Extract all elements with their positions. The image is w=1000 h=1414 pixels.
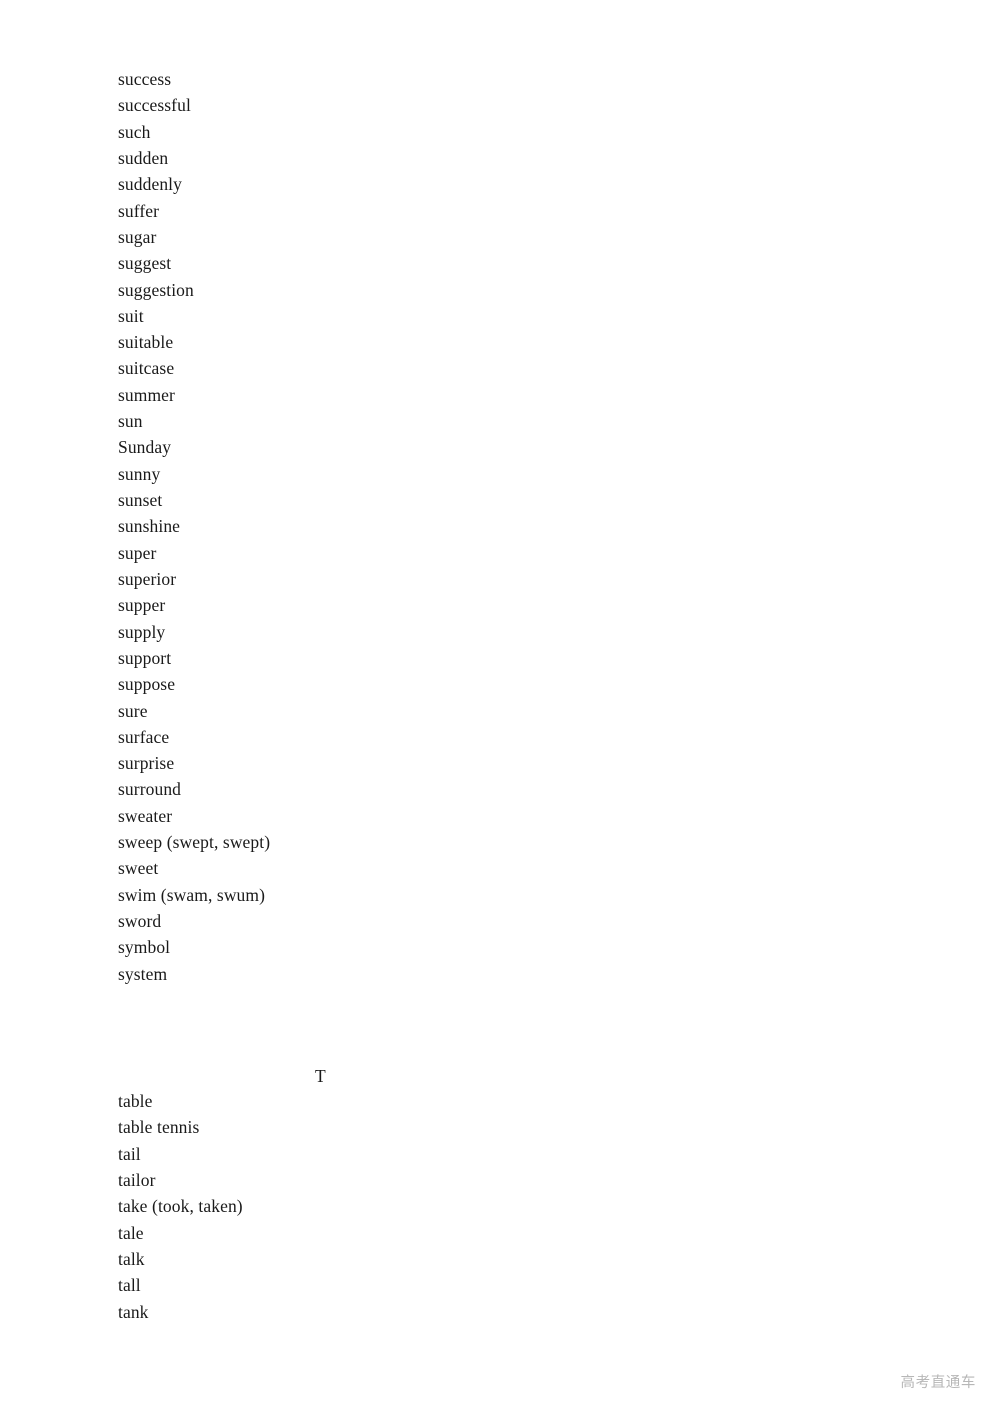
section-heading-t: T: [315, 1066, 326, 1086]
word-entry: tale: [118, 1222, 144, 1243]
word-entry: tail: [118, 1143, 141, 1164]
word-entry: take (took, taken): [118, 1196, 243, 1217]
word-entry: sunset: [118, 490, 163, 510]
word-list-section-s: success successful such sudden suddenly suffe…: [118, 66, 678, 987]
word-entry: sudden: [118, 147, 169, 168]
word-entry: suitable: [118, 332, 174, 353]
word-entry: supply: [118, 621, 166, 642]
word-entry: tank: [118, 1301, 149, 1322]
word-entry: summer: [118, 384, 175, 405]
word-entry: support: [118, 647, 172, 668]
word-entry: system: [118, 963, 168, 984]
word-entry: suit: [118, 305, 144, 326]
word-entry: sweater: [118, 805, 173, 826]
word-entry: superior: [118, 568, 177, 589]
word-entry: surround: [118, 779, 182, 800]
word-entry: swim (swam, swum): [118, 884, 266, 905]
word-entry: supper: [118, 595, 166, 616]
word-entry: such: [118, 121, 151, 142]
word-entry: tailor: [118, 1169, 156, 1190]
word-entry: sweep (swept, swept): [118, 832, 271, 853]
word-entry: surface: [118, 726, 170, 747]
word-entry: sun: [118, 411, 143, 432]
word-entry: table tennis: [118, 1117, 200, 1138]
word-entry: talk: [118, 1248, 145, 1269]
word-entry: suggest: [118, 253, 172, 274]
word-entry: sunshine: [118, 516, 181, 537]
word-entry: surprise: [118, 753, 175, 774]
word-entry: suffer: [118, 200, 160, 221]
word-entry: sweet: [118, 858, 159, 879]
word-entry: sure: [118, 700, 148, 721]
word-entry: suggestion: [118, 279, 194, 300]
word-entry: Sunday: [118, 437, 172, 458]
word-entry: sugar: [118, 226, 157, 247]
document-page: success successful such sudden suddenly suffe…: [0, 0, 1000, 1414]
word-entry: symbol: [118, 937, 171, 958]
word-entry: sunny: [118, 463, 161, 484]
word-list-section-t: table table tennis tail tailor take (took, t…: [118, 1088, 678, 1325]
word-entry: super: [118, 542, 157, 563]
word-entry: success: [118, 69, 172, 89]
word-entry: tall: [118, 1275, 141, 1296]
word-entry: suddenly: [118, 174, 182, 195]
word-entry: suitcase: [118, 358, 175, 379]
word-entry: successful: [118, 95, 191, 116]
word-entry: suppose: [118, 674, 176, 695]
watermark: 高考直通车: [900, 1375, 976, 1391]
word-entry: table: [118, 1091, 153, 1111]
word-entry: sword: [118, 911, 162, 931]
